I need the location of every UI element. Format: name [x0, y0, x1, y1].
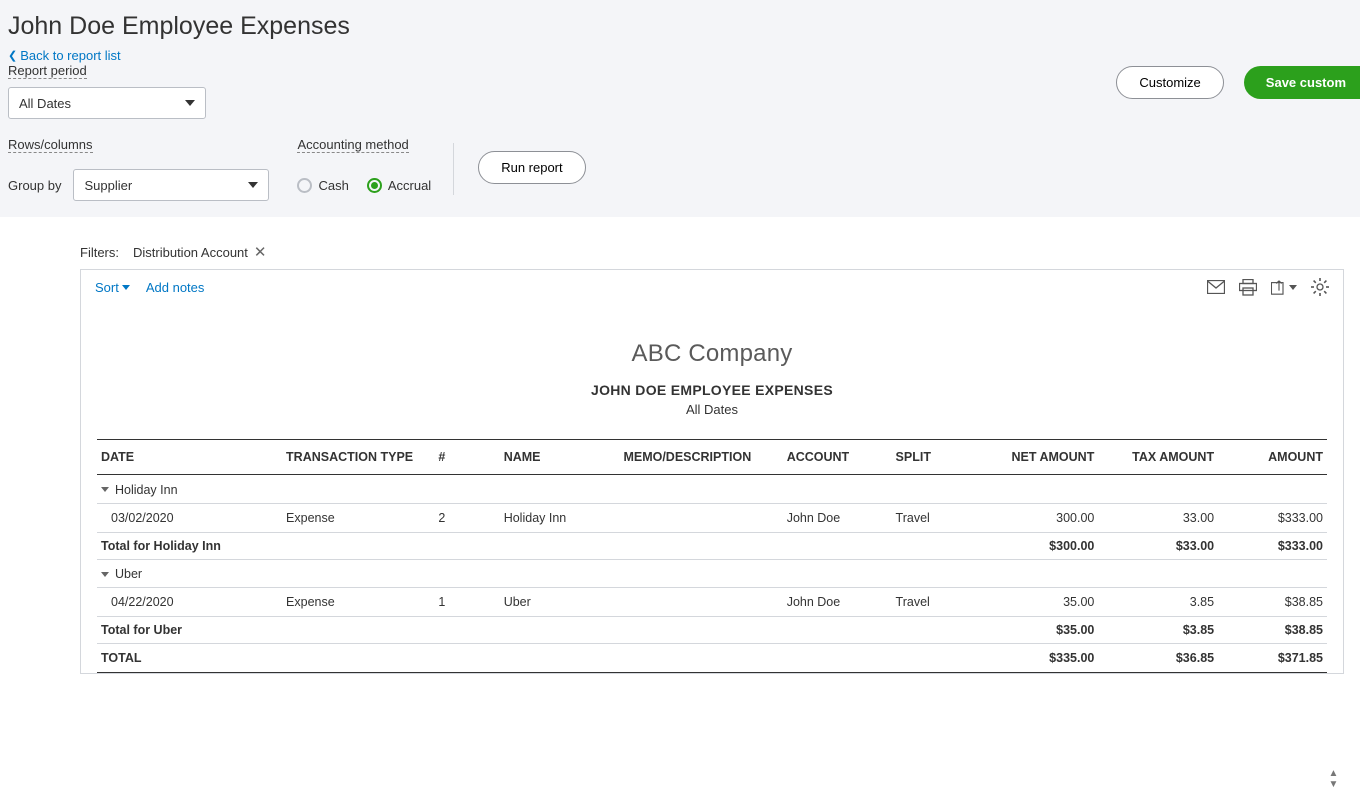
col-number[interactable]: #	[434, 440, 499, 475]
accounting-method-label: Accounting method	[297, 137, 408, 153]
rows-columns-label: Rows/columns	[8, 137, 93, 153]
back-link-label: Back to report list	[20, 48, 120, 63]
cell-type: Expense	[282, 588, 434, 617]
cell-num: 1	[434, 588, 499, 617]
col-date[interactable]: DATE	[97, 440, 282, 475]
grand-total-amount: $371.85	[1218, 644, 1327, 673]
group-total-amount: $333.00	[1218, 532, 1327, 559]
report-table: DATE TRANSACTION TYPE # NAME MEMO/DESCRI…	[97, 439, 1327, 673]
cell-memo	[619, 503, 782, 532]
table-row[interactable]: 03/02/2020Expense2Holiday Inn John DoeTra…	[97, 503, 1327, 532]
cell-name: Uber	[500, 588, 620, 617]
group-by-select[interactable]: Supplier	[73, 169, 269, 201]
cell-split: Travel	[892, 588, 979, 617]
cell-date: 03/02/2020	[97, 503, 282, 532]
cash-radio[interactable]: Cash	[297, 178, 348, 193]
filter-chip-label: Distribution Account	[133, 245, 248, 260]
group-row[interactable]: Uber	[97, 559, 1327, 588]
col-name[interactable]: NAME	[500, 440, 620, 475]
cell-split: Travel	[892, 503, 979, 532]
grand-total-label: TOTAL	[97, 644, 979, 673]
col-account[interactable]: ACCOUNT	[783, 440, 892, 475]
col-memo[interactable]: MEMO/DESCRIPTION	[619, 440, 782, 475]
grand-total-net: $335.00	[979, 644, 1099, 673]
group-total-row: Total for Holiday Inn$300.00$33.00$333.0…	[97, 532, 1327, 559]
divider	[453, 143, 454, 195]
page-title: John Doe Employee Expenses	[8, 12, 1352, 41]
cell-type: Expense	[282, 503, 434, 532]
customize-button[interactable]: Customize	[1116, 66, 1223, 99]
col-split[interactable]: SPLIT	[892, 440, 979, 475]
add-notes-link[interactable]: Add notes	[146, 280, 205, 295]
group-name: Uber	[115, 567, 142, 581]
save-customisation-button[interactable]: Save custom	[1244, 66, 1360, 99]
chevron-down-icon	[248, 182, 258, 188]
chevron-left-icon: ❮	[8, 49, 17, 62]
group-total-label: Total for Uber	[97, 617, 979, 644]
filter-chip-distribution-account[interactable]: Distribution Account ✕	[133, 243, 266, 261]
filters-label: Filters:	[80, 245, 119, 260]
accrual-label: Accrual	[388, 178, 431, 193]
col-net-amount[interactable]: NET AMOUNT	[979, 440, 1099, 475]
report-name: JOHN DOE EMPLOYEE EXPENSES	[81, 382, 1343, 398]
group-total-tax: $33.00	[1098, 532, 1218, 559]
group-total-tax: $3.85	[1098, 617, 1218, 644]
group-total-net: $35.00	[979, 617, 1099, 644]
table-header-row: DATE TRANSACTION TYPE # NAME MEMO/DESCRI…	[97, 440, 1327, 475]
grand-total-row: TOTAL$335.00$36.85$371.85	[97, 644, 1327, 673]
col-transaction-type[interactable]: TRANSACTION TYPE	[282, 440, 434, 475]
cell-amount: $333.00	[1218, 503, 1327, 532]
accrual-radio[interactable]: Accrual	[367, 178, 431, 193]
cell-num: 2	[434, 503, 499, 532]
run-report-button[interactable]: Run report	[478, 151, 585, 184]
group-total-net: $300.00	[979, 532, 1099, 559]
group-by-label: Group by	[8, 178, 61, 193]
export-icon[interactable]	[1271, 278, 1297, 296]
email-icon[interactable]	[1207, 278, 1225, 296]
chevron-down-icon	[185, 100, 195, 106]
report-period-select[interactable]: All Dates	[8, 87, 206, 119]
cell-net: 300.00	[979, 503, 1099, 532]
cell-net: 35.00	[979, 588, 1099, 617]
group-total-label: Total for Holiday Inn	[97, 532, 979, 559]
group-total-amount: $38.85	[1218, 617, 1327, 644]
cell-account: John Doe	[783, 503, 892, 532]
report-period: All Dates	[81, 402, 1343, 417]
cell-tax: 33.00	[1098, 503, 1218, 532]
cell-account: John Doe	[783, 588, 892, 617]
report-period-label: Report period	[8, 63, 87, 79]
cell-date: 04/22/2020	[97, 588, 282, 617]
chevron-down-icon	[101, 487, 109, 492]
chevron-down-icon	[122, 285, 130, 290]
group-by-value: Supplier	[84, 178, 132, 193]
scroll-up-icon[interactable]: ▲	[1329, 768, 1339, 779]
back-to-report-list-link[interactable]: ❮ Back to report list	[8, 48, 121, 63]
cell-tax: 3.85	[1098, 588, 1218, 617]
group-name: Holiday Inn	[115, 483, 178, 497]
scroll-down-icon[interactable]: ▼	[1329, 779, 1339, 790]
print-icon[interactable]	[1239, 278, 1257, 296]
company-name: ABC Company	[81, 340, 1343, 368]
sort-label: Sort	[95, 280, 119, 295]
group-row[interactable]: Holiday Inn	[97, 475, 1327, 504]
cell-memo	[619, 588, 782, 617]
cash-label: Cash	[318, 178, 348, 193]
group-total-row: Total for Uber$35.00$3.85$38.85	[97, 617, 1327, 644]
radio-unchecked-icon	[297, 178, 312, 193]
chevron-down-icon	[1289, 285, 1297, 290]
table-row[interactable]: 04/22/2020Expense1Uber John DoeTravel35.0…	[97, 588, 1327, 617]
close-icon[interactable]: ✕	[254, 243, 267, 261]
report-container: Sort Add notes	[80, 269, 1344, 674]
report-period-value: All Dates	[19, 96, 71, 111]
radio-checked-icon	[367, 178, 382, 193]
gear-icon[interactable]	[1311, 278, 1329, 296]
col-tax-amount[interactable]: TAX AMOUNT	[1098, 440, 1218, 475]
grand-total-tax: $36.85	[1098, 644, 1218, 673]
sort-dropdown[interactable]: Sort	[95, 280, 130, 295]
cell-name: Holiday Inn	[500, 503, 620, 532]
col-amount[interactable]: AMOUNT	[1218, 440, 1327, 475]
chevron-down-icon	[101, 572, 109, 577]
cell-amount: $38.85	[1218, 588, 1327, 617]
